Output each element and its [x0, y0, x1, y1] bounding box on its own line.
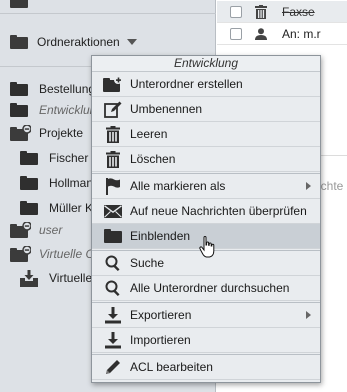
sidebar-folder-label: Projekte: [39, 126, 84, 140]
sidebar-folder-label: Hollman: [49, 176, 94, 190]
menu-item-alle-markieren-als[interactable]: Alle markieren als: [92, 174, 320, 199]
sidebar-folder-item[interactable]: Fischer: [20, 146, 88, 170]
menu-item-unterordner-erstellen[interactable]: Unterordner erstellen: [92, 72, 320, 97]
menu-item-label: Einblenden: [130, 229, 191, 243]
folder-add-icon: [103, 75, 122, 94]
sidebar-folder-item[interactable]: Virtuelle: [20, 266, 92, 290]
sidebar-folder-label: Bestellung: [39, 82, 96, 96]
folder-icon: [20, 175, 42, 192]
menu-item-auf-neue-nachrichten-überprüfen[interactable]: Auf neue Nachrichten überprüfen: [92, 199, 320, 224]
menu-item-label: Alle Unterordner durchsuchen: [130, 281, 290, 295]
sidebar-folder-label: Entwicklun: [39, 103, 97, 117]
folder-actions-button[interactable]: Ordneraktionen: [10, 30, 137, 54]
menu-item-label: Alle markieren als: [130, 179, 226, 193]
sidebar-folder-item[interactable]: Müller K: [20, 196, 93, 220]
folder-collapse-icon: [10, 246, 32, 263]
message-checkbox[interactable]: [230, 27, 242, 40]
menu-item-acl-bearbeiten[interactable]: ACL bearbeiten: [92, 355, 320, 380]
menu-item-label: Importieren: [130, 333, 191, 347]
menu-item-umbenennen[interactable]: Umbenennen: [92, 97, 320, 122]
hand-cursor-icon: [199, 235, 215, 261]
export-icon: [103, 306, 122, 325]
folder-actions-label: Ordneraktionen: [37, 35, 120, 49]
sidebar-folder-label: user: [39, 223, 63, 237]
edit-icon: [103, 100, 122, 119]
envelope-icon: [103, 202, 122, 221]
menu-item-label: Leeren: [130, 127, 168, 141]
folder-context-menu: Entwicklung Unterordner erstellen Umbenen…: [91, 55, 321, 383]
trash-icon: [103, 125, 122, 144]
import-icon: [103, 331, 122, 350]
menu-item-label: ACL bearbeiten: [130, 360, 213, 374]
chevron-down-icon: [126, 39, 137, 45]
trash-icon: [103, 150, 122, 169]
sidebar-folder-label: Virtuelle: [49, 271, 93, 285]
trash-icon: [254, 4, 268, 19]
user-icon: [254, 27, 268, 40]
folder-icon: [20, 150, 42, 167]
message-recipient: An: m.r: [282, 26, 321, 41]
menu-item-label: Unterordner erstellen: [130, 77, 243, 91]
folder-icon: [10, 81, 32, 98]
message-row[interactable]: Faxse: [217, 1, 347, 23]
folder-icon: [10, 102, 32, 119]
message-subject: Faxse: [282, 4, 315, 19]
pencil-icon: [103, 358, 122, 377]
sidebar-folder-item[interactable]: Virtuelle O: [10, 242, 95, 266]
menu-item-löschen[interactable]: Löschen: [92, 147, 320, 172]
context-menu-title: Entwicklung: [92, 56, 320, 72]
sidebar-folder-label: Virtuelle O: [39, 247, 95, 261]
folder-collapse-icon: [10, 125, 32, 142]
sidebar-folder-item[interactable]: Entwicklun: [10, 98, 96, 122]
folder-icon: [103, 227, 122, 246]
menu-item-leeren[interactable]: Leeren: [92, 122, 320, 147]
message-row[interactable]: An: m.r: [217, 23, 347, 45]
menu-item-label: Löschen: [130, 152, 176, 166]
search-icon: [103, 254, 122, 273]
menu-item-exportieren[interactable]: Exportieren: [92, 303, 320, 328]
menu-item-alle-unterordner-durchsuchen[interactable]: Alle Unterordner durchsuchen: [92, 276, 320, 301]
menu-item-label: Suche: [130, 256, 165, 270]
inbox-download-icon: [20, 269, 42, 287]
message-checkbox[interactable]: [230, 5, 242, 18]
sidebar-folder-item[interactable]: Projekte: [10, 121, 83, 145]
folder-icon: [10, 0, 28, 8]
sidebar-folder-label: Müller K: [49, 201, 94, 215]
sidebar-folder-item[interactable]: Hollman: [20, 171, 93, 195]
folder-icon: [20, 200, 42, 217]
sidebar-folder-item[interactable]: user: [10, 218, 62, 242]
folder-icon: [10, 35, 28, 49]
sidebar-folder-label: Fischer: [49, 151, 89, 165]
menu-item-importieren[interactable]: Importieren: [92, 328, 320, 353]
menu-item-label: Auf neue Nachrichten überprüfen: [130, 204, 307, 218]
menu-item-label: Exportieren: [130, 308, 192, 322]
submenu-arrow-icon: [306, 182, 311, 190]
background-text: ichte: [318, 179, 344, 193]
flag-icon: [103, 177, 122, 196]
sidebar-top-row[interactable]: [0, 0, 216, 14]
folder-collapse-icon: [10, 222, 32, 239]
menu-item-label: Umbenennen: [130, 102, 203, 116]
submenu-arrow-icon: [306, 311, 311, 319]
search-icon: [103, 279, 122, 298]
